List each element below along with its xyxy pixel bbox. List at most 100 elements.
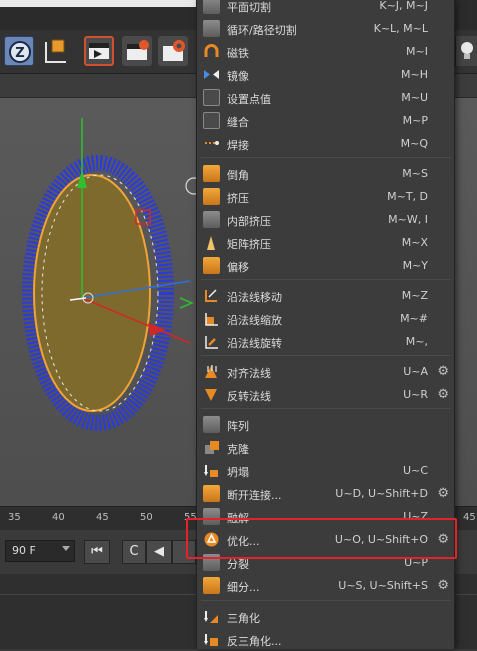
menu-item-extrude[interactable]: 挤压 M~T, D (197, 185, 456, 208)
frame-field[interactable]: 90 F (5, 540, 75, 562)
menu-item-shortcut: M~S (402, 167, 428, 180)
menu-item-clone[interactable]: 克隆 (197, 436, 456, 459)
menu-item-label: 设置点值 (227, 93, 271, 106)
render-view-icon[interactable] (84, 36, 114, 66)
plane-cut-icon (203, 0, 220, 14)
gear-icon[interactable]: ⚙ (437, 486, 449, 501)
menu-item-set-point-value[interactable]: 设置点值 M~U (197, 86, 456, 109)
render-settings-icon[interactable] (158, 36, 188, 66)
menu-item-label: 三角化 (227, 612, 260, 625)
menu-item-label: 沿法线移动 (227, 291, 282, 304)
menu-item-shortcut: K~L, M~L (373, 22, 428, 35)
menu-item-array[interactable]: 阵列 (197, 413, 456, 436)
collapse-icon (203, 462, 220, 479)
menu-item-loop-path-cut[interactable]: 循环/路径切割 K~L, M~L (197, 17, 456, 40)
menu-item-collapse[interactable]: 坍塌 U~C (197, 459, 456, 482)
menu-item-shortcut: M~# (400, 312, 428, 325)
weld-icon (203, 135, 220, 152)
timeline-tick: 50 (140, 512, 153, 523)
menu-item-label: 沿法线缩放 (227, 314, 282, 327)
menu-item-matrix-extrude[interactable]: 矩阵挤压 M~X (197, 231, 456, 254)
menu-item-reverse-normals[interactable]: 反转法线 U~R ⚙ (197, 383, 456, 406)
menu-item-magnet[interactable]: 磁铁 M~I (197, 40, 456, 63)
menu-item-label: 挤压 (227, 192, 249, 205)
menu-item-plane-cut[interactable]: 平面切割 K~J, M~J (197, 0, 456, 17)
stitch-icon (203, 112, 220, 129)
gear-icon[interactable]: ⚙ (437, 364, 449, 379)
timeline-tick: 40 (52, 512, 65, 523)
extrude-icon (203, 188, 220, 205)
menu-item-subdivide[interactable]: 细分... U~S, U~Shift+S ⚙ (197, 574, 456, 597)
timeline-tick: 45 (96, 512, 109, 523)
array-icon (203, 416, 220, 433)
menu-item-shortcut: M~, (405, 335, 428, 348)
menu-item-label: 镜像 (227, 70, 249, 83)
menu-item-disconnect[interactable]: 断开连接... U~D, U~Shift+D ⚙ (197, 482, 456, 505)
step-back-button[interactable]: ◀ (146, 540, 172, 564)
untriangulate-icon (203, 631, 220, 648)
disconnect-icon (203, 485, 220, 502)
menu-separator (201, 157, 451, 158)
bevel-icon (203, 165, 220, 182)
menu-item-normal-scale[interactable]: 沿法线缩放 M~# (197, 307, 456, 330)
menu-item-label: 反转法线 (227, 390, 271, 403)
menu-item-label: 对齐法线 (227, 367, 271, 380)
normal-rotate-icon (203, 333, 220, 350)
loop-path-cut-icon (203, 20, 220, 37)
menu-item-label: 细分... (227, 581, 260, 594)
menu-item-shortcut: M~I (406, 45, 428, 58)
menu-item-offset[interactable]: 偏移 M~Y (197, 254, 456, 277)
menu-item-triangulate[interactable]: 三角化 (197, 605, 456, 628)
menu-item-label: 沿法线旋转 (227, 337, 282, 350)
menu-item-shortcut: U~R (403, 388, 428, 401)
menu-item-normal-rotate[interactable]: 沿法线旋转 M~, (197, 330, 456, 353)
magnet-icon (203, 43, 220, 60)
menu-item-label: 阵列 (227, 420, 249, 433)
loop-button[interactable]: C (122, 540, 146, 564)
menu-item-shortcut: M~Q (400, 137, 428, 150)
triangulate-icon (203, 608, 220, 625)
menu-item-shortcut: M~W, I (388, 213, 428, 226)
menu-separator (201, 600, 451, 601)
menu-item-label: 偏移 (227, 261, 249, 274)
menu-item-label: 克隆 (227, 443, 249, 456)
chevron-down-icon[interactable] (62, 546, 70, 551)
menu-item-label: 断开连接... (227, 489, 282, 502)
menu-item-mirror[interactable]: 镜像 M~H (197, 63, 456, 86)
go-to-start-button[interactable]: ⏮ (84, 540, 110, 564)
menu-item-shortcut: M~Z (401, 289, 428, 302)
menu-item-untriangulate[interactable]: 反三角化... (197, 628, 456, 651)
menu-item-stitch[interactable]: 缝合 M~P (197, 109, 456, 132)
z-axis-lock-icon[interactable]: Z (4, 36, 34, 66)
light-bulb-icon[interactable] (455, 36, 477, 66)
svg-text:Z: Z (15, 46, 24, 61)
menu-item-label: 焊接 (227, 139, 249, 152)
menu-item-label: 矩阵挤压 (227, 238, 271, 251)
highlight-box (186, 518, 457, 559)
menu-item-shortcut: U~A (403, 365, 428, 378)
menu-item-label: 内部挤压 (227, 215, 271, 228)
menu-item-label: 倒角 (227, 169, 249, 182)
menu-item-shortcut: M~Y (402, 259, 428, 272)
menu-item-shortcut: U~D, U~Shift+D (335, 487, 428, 500)
menu-item-shortcut: M~X (401, 236, 428, 249)
menu-item-label: 反三角化... (227, 635, 282, 648)
gear-icon[interactable]: ⚙ (437, 387, 449, 402)
menu-item-align-normals[interactable]: 对齐法线 U~A ⚙ (197, 360, 456, 383)
menu-item-shortcut: M~H (401, 68, 428, 81)
matrix-extrude-icon (203, 234, 220, 251)
coordinate-system-icon[interactable] (40, 36, 70, 66)
normal-scale-icon (203, 310, 220, 327)
mirror-icon (203, 66, 220, 83)
timeline-tick: 35 (8, 512, 21, 523)
render-active-icon[interactable] (122, 36, 152, 66)
menu-item-normal-move[interactable]: 沿法线移动 M~Z (197, 284, 456, 307)
gear-icon[interactable]: ⚙ (437, 578, 449, 593)
set-point-value-icon (203, 89, 220, 106)
menu-item-bevel[interactable]: 倒角 M~S (197, 162, 456, 185)
reverse-normals-icon (203, 386, 220, 403)
menu-item-extrude-inner[interactable]: 内部挤压 M~W, I (197, 208, 456, 231)
menu-item-shortcut: K~J, M~J (379, 0, 428, 12)
menu-separator (201, 408, 451, 409)
menu-item-weld[interactable]: 焊接 M~Q (197, 132, 456, 155)
